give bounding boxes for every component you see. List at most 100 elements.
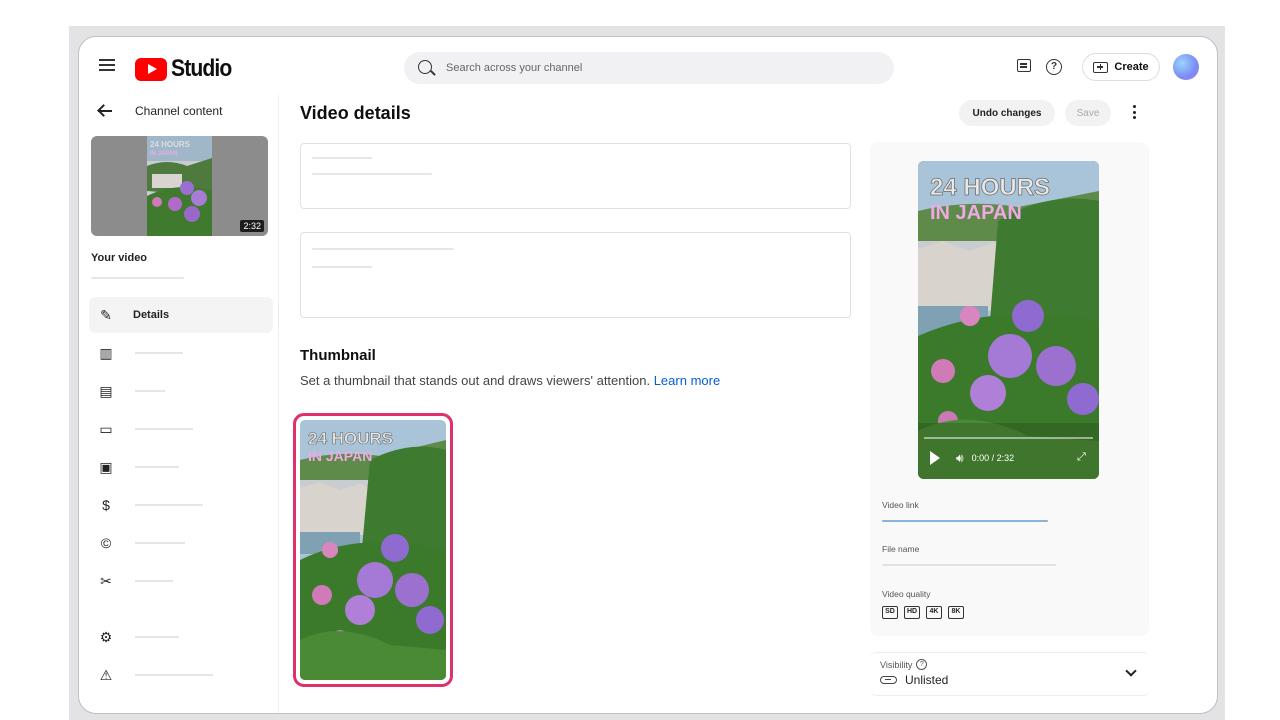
video-link-value[interactable]	[882, 520, 1048, 522]
sidebar-item-comments[interactable]: ▭	[89, 411, 273, 447]
link-icon	[880, 676, 897, 684]
logo-text: Studio	[171, 55, 232, 82]
placeholder-line	[135, 428, 193, 430]
chevron-down-icon[interactable]	[1125, 665, 1137, 677]
search-bar[interactable]	[404, 52, 894, 84]
sidebar-item-feedback[interactable]: ⚠	[89, 657, 273, 693]
sidebar-item-copyright[interactable]: ©	[89, 525, 273, 561]
thumbnail-overlay-text-2: IN JAPAN	[150, 151, 178, 157]
youtube-logo-icon	[135, 57, 167, 81]
help-icon[interactable]: ?	[916, 659, 928, 670]
thumbnail-overlay-line1: 24 HOURS	[308, 429, 393, 448]
pencil-icon: ✎	[100, 307, 112, 323]
video-link-label: Video link	[882, 500, 919, 510]
thumbnail-overlay-text: 24 HOURS	[150, 140, 191, 149]
file-name-label: File name	[882, 544, 920, 554]
analytics-icon: ▥	[99, 345, 113, 361]
more-options-icon[interactable]	[1131, 105, 1137, 121]
sidebar-item-details[interactable]: ✎ Details	[89, 297, 273, 333]
sidebar-item-monetization[interactable]: $	[89, 487, 273, 523]
search-icon[interactable]	[418, 60, 432, 74]
description-field[interactable]	[300, 232, 851, 318]
placeholder-line	[135, 674, 213, 676]
placeholder-line	[135, 542, 185, 544]
create-video-icon	[1093, 61, 1109, 73]
sidebar-item-analytics[interactable]: ▥	[89, 335, 273, 371]
visibility-label: Visibility ?	[880, 659, 928, 670]
create-button[interactable]: Create	[1082, 53, 1160, 81]
preview-overlay-line1: 24 HOURS	[930, 174, 1050, 201]
back-label: Channel content	[135, 104, 223, 118]
top-bar: Studio ? Create	[79, 37, 1217, 95]
visibility-value: Unlisted	[880, 673, 948, 687]
visibility-label-text: Visibility	[880, 659, 913, 670]
thumbnail-description: Set a thumbnail that stands out and draw…	[300, 373, 720, 388]
selected-thumbnail[interactable]: 24 HOURS IN JAPAN	[293, 413, 453, 687]
placeholder-line	[91, 277, 184, 279]
fullscreen-icon[interactable]: ⤢	[1077, 451, 1089, 463]
gear-icon: ⚙	[99, 629, 113, 645]
thumbnail-image: 24 HOURS IN JAPAN	[147, 136, 212, 236]
quality-badge-sd: SD	[882, 606, 898, 619]
placeholder-line	[135, 504, 203, 506]
thumbnail-heading: Thumbnail	[300, 347, 376, 364]
title-field[interactable]	[300, 143, 851, 209]
quality-badges: SD HD 4K 8K	[882, 606, 964, 619]
your-video-label: Your video	[91, 252, 148, 264]
video-quality-label: Video quality	[882, 589, 931, 599]
placeholder-line	[312, 248, 454, 250]
visibility-value-text: Unlisted	[905, 673, 949, 687]
account-avatar[interactable]	[1173, 54, 1199, 80]
placeholder-line	[135, 352, 183, 354]
scissors-icon: ✂	[100, 573, 112, 589]
comments-icon: ▭	[99, 421, 113, 437]
video-preview-panel: 24 HOURS IN JAPAN 🔊︎ 0:00 / 2:32 ⤢ Video…	[870, 142, 1149, 636]
thumbnail-image: 24 HOURS IN JAPAN	[300, 420, 446, 680]
page-title: Video details	[300, 103, 411, 123]
thumbnail-description-text: Set a thumbnail that stands out and draw…	[300, 373, 651, 388]
quality-badge-8k: 8K	[948, 606, 964, 619]
progress-bar[interactable]	[924, 437, 1093, 439]
feedback-icon: ⚠	[99, 667, 113, 683]
editor-icon: ▤	[99, 383, 113, 399]
messages-icon[interactable]	[1017, 59, 1031, 72]
back-to-channel-content[interactable]: Channel content	[97, 103, 222, 119]
quality-badge-4k: 4K	[926, 606, 942, 619]
placeholder-line	[135, 390, 165, 392]
visibility-dropdown[interactable]: Visibility ? Unlisted	[870, 652, 1149, 696]
learn-more-link[interactable]: Learn more	[654, 373, 720, 388]
sidebar-item-label: Details	[133, 309, 170, 321]
search-input[interactable]	[446, 52, 876, 84]
sidebar-item-settings[interactable]: ⚙	[89, 619, 273, 655]
sidebar: Channel content 24 HOURS IN JAPAN 2:32 Y…	[79, 95, 279, 713]
play-icon[interactable]	[930, 451, 940, 465]
placeholder-line	[135, 466, 179, 468]
monetization-icon: $	[102, 497, 110, 513]
save-button[interactable]: Save	[1065, 100, 1111, 126]
placeholder-line	[312, 173, 432, 175]
studio-window: Studio ? Create Channel content	[78, 36, 1218, 714]
help-icon[interactable]: ?	[1046, 59, 1062, 75]
player-controls: 🔊︎ 0:00 / 2:32 ⤢	[918, 443, 1099, 473]
subtitles-icon: ▣	[99, 459, 113, 475]
video-player[interactable]: 24 HOURS IN JAPAN 🔊︎ 0:00 / 2:32 ⤢	[918, 161, 1099, 479]
sidebar-item-editor[interactable]: ▤	[89, 373, 273, 409]
video-frame: 24 HOURS IN JAPAN	[918, 161, 1099, 479]
time-display: 0:00 / 2:32	[971, 453, 1015, 463]
video-thumbnail-small[interactable]: 24 HOURS IN JAPAN 2:32	[91, 136, 268, 236]
thumbnail-overlay-line2: IN JAPAN	[308, 448, 372, 464]
preview-overlay-line2: IN JAPAN	[930, 202, 1022, 224]
arrow-back-icon[interactable]	[97, 103, 113, 119]
sidebar-item-subtitles[interactable]: ▣	[89, 449, 273, 485]
undo-changes-button[interactable]: Undo changes	[959, 100, 1055, 126]
duration-badge: 2:32	[240, 220, 264, 232]
quality-badge-hd: HD	[904, 606, 920, 619]
placeholder-line	[312, 266, 372, 268]
placeholder-line	[135, 580, 173, 582]
menu-icon[interactable]	[99, 59, 115, 71]
placeholder-line	[135, 636, 179, 638]
sidebar-item-clips[interactable]: ✂	[89, 563, 273, 599]
studio-logo[interactable]: Studio	[135, 55, 240, 83]
create-label: Create	[1114, 61, 1149, 73]
volume-icon[interactable]: 🔊︎	[956, 451, 964, 466]
